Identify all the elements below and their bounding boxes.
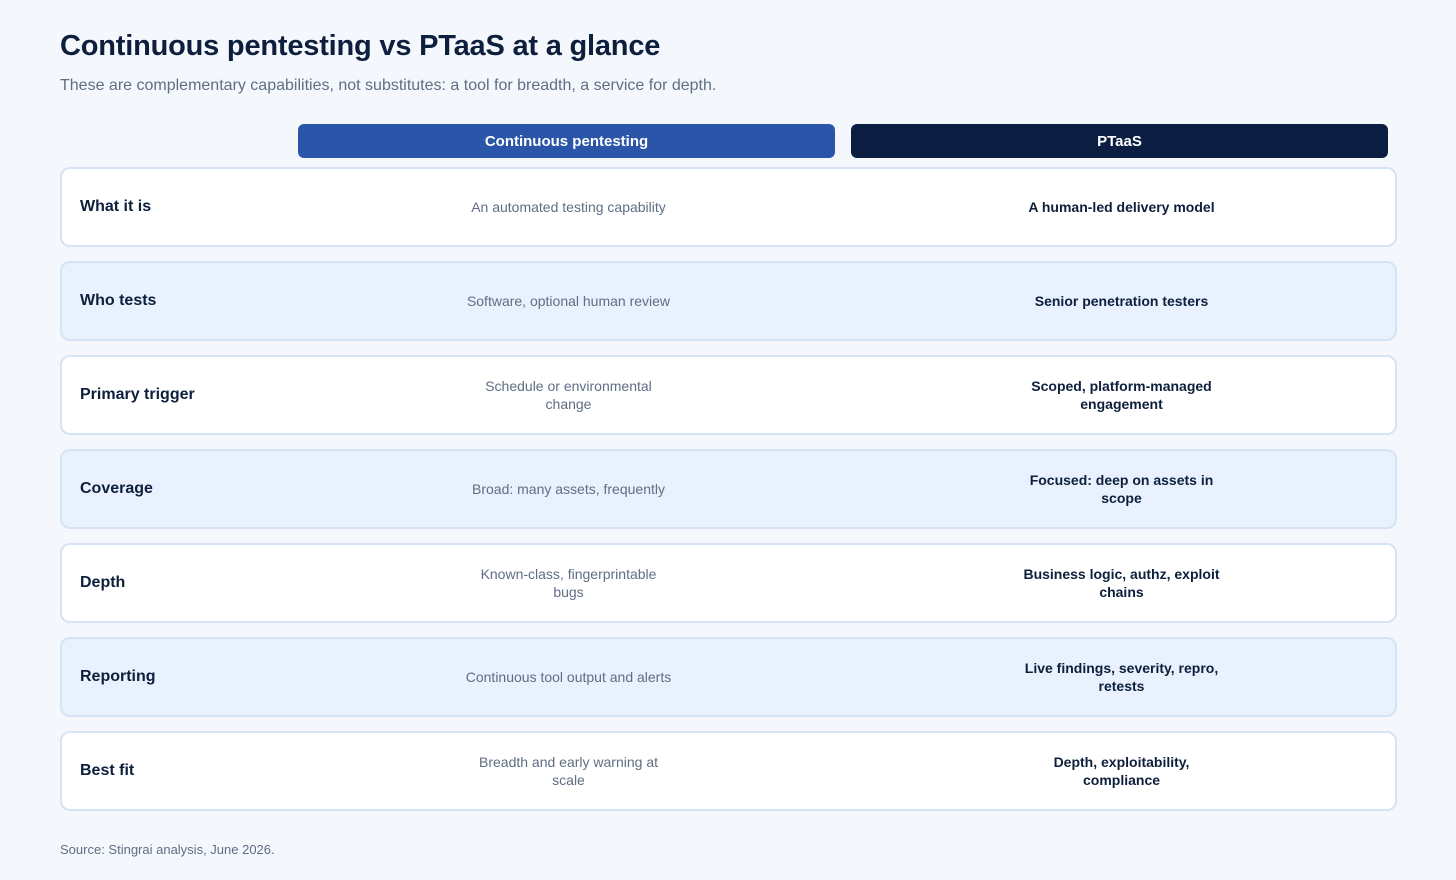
table-row-depth: Depth Known-class, fingerprintable bugs … [60,543,1397,623]
continuous-cell: Known-class, fingerprintable bugs [300,545,837,621]
ptaas-cell-text: Live findings, severity, repro, retests [1024,660,1219,694]
ptaas-cell: Senior penetration testers [853,263,1390,339]
continuous-cell: Breadth and early warning at scale [300,733,837,809]
row-label: Coverage [80,480,153,497]
column-header-continuous-pentesting: Continuous pentesting [298,124,835,158]
continuous-cell-text: Breadth and early warning at scale [479,754,658,788]
continuous-cell: An automated testing capability [300,169,837,245]
ptaas-cell: Live findings, severity, repro, retests [853,639,1390,715]
ptaas-cell-text: A human-led delivery model [1028,199,1215,215]
source-note: Source: Stingrai analysis, June 2026. [60,842,275,857]
continuous-cell: Continuous tool output and alerts [300,639,837,715]
ptaas-cell: Focused: deep on assets in scope [853,451,1390,527]
ptaas-cell-text: Business logic, authz, exploit chains [1023,566,1220,600]
table-row-coverage: Coverage Broad: many assets, frequently … [60,449,1397,529]
table-row-who-tests: Who tests Software, optional human revie… [60,261,1397,341]
table-row-reporting: Reporting Continuous tool output and ale… [60,637,1397,717]
continuous-cell-text: Known-class, fingerprintable bugs [480,566,657,600]
continuous-cell: Broad: many assets, frequently [300,451,837,527]
page-subtitle: These are complementary capabilities, no… [60,77,717,94]
row-label: Best fit [80,762,135,779]
continuous-cell-text: Broad: many assets, frequently [472,481,665,497]
ptaas-cell-text: Scoped, platform-managed engagement [1031,378,1212,412]
row-label: Primary trigger [80,386,195,403]
row-label: Reporting [80,668,156,685]
continuous-cell: Schedule or environmental change [300,357,837,433]
continuous-cell-text: An automated testing capability [471,199,666,215]
table-row-what-it-is: What it is An automated testing capabili… [60,167,1397,247]
continuous-cell-text: Continuous tool output and alerts [465,669,672,685]
ptaas-cell: Scoped, platform-managed engagement [853,357,1390,433]
page-title: Continuous pentesting vs PTaaS at a glan… [60,30,661,62]
continuous-cell-text: Schedule or environmental change [485,378,652,412]
row-label: Who tests [80,292,157,309]
ptaas-cell-text: Focused: deep on assets in scope [1029,472,1214,506]
column-header-ptaas: PTaaS [851,124,1388,158]
table-row-best-fit: Best fit Breadth and early warning at sc… [60,731,1397,811]
table-row-primary-trigger: Primary trigger Schedule or environmenta… [60,355,1397,435]
ptaas-cell: Depth, exploitability, compliance [853,733,1390,809]
row-label: What it is [80,198,152,215]
ptaas-cell-text: Depth, exploitability, compliance [1053,754,1190,788]
comparison-table: What it is An automated testing capabili… [60,167,1397,825]
continuous-cell: Software, optional human review [300,263,837,339]
ptaas-cell-text: Senior penetration testers [1034,293,1209,309]
ptaas-cell: Business logic, authz, exploit chains [853,545,1390,621]
row-label: Depth [80,574,126,591]
ptaas-cell: A human-led delivery model [853,169,1390,245]
continuous-cell-text: Software, optional human review [466,293,671,309]
